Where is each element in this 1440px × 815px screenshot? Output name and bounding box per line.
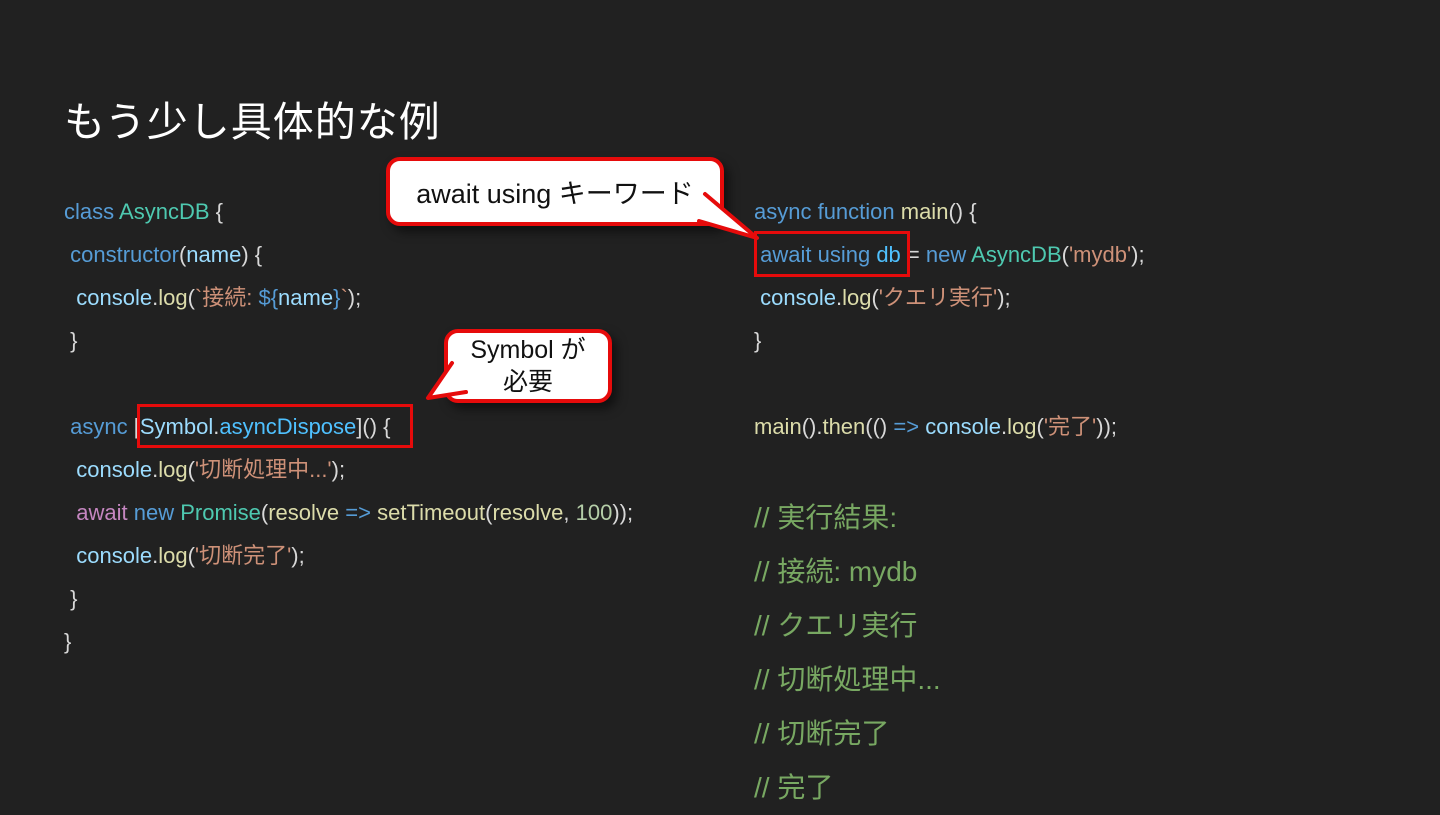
callout-symbol-line2: 必要 (502, 368, 553, 396)
code-token: } (754, 328, 762, 353)
code-token: AsyncDB (119, 199, 210, 224)
code-token: )); (612, 500, 634, 525)
callout-await-using-text: await using キーワード (416, 179, 694, 209)
code-token: resolve (492, 500, 564, 525)
code-token: , (563, 500, 576, 525)
code-token: } (64, 629, 72, 654)
output-comment-line: // 切断処理中... (754, 664, 941, 695)
code-line: console.log('切断処理中...'); (64, 448, 633, 491)
code-token: => (345, 500, 371, 525)
code-token: main (900, 199, 949, 224)
highlight-box-symbol-async-dispose (137, 404, 413, 448)
code-token: class (64, 199, 120, 224)
output-comment-line: // 実行結果: (754, 502, 898, 533)
code-token: ( (187, 543, 195, 568)
code-token: new (925, 242, 967, 267)
slide-title: もう少し具体的な例 (64, 99, 441, 145)
code-token: } (64, 328, 78, 353)
code-token: ); (1131, 242, 1145, 267)
code-token: `接続: (194, 285, 259, 310)
code-line: async function main() { (754, 190, 1145, 233)
code-token: '切断完了' (194, 543, 292, 568)
code-token: log (842, 285, 872, 310)
code-token: ); (291, 543, 305, 568)
highlight-box-await-using (754, 231, 910, 277)
code-token: )); (1096, 414, 1118, 439)
code-token: ` (340, 285, 348, 310)
code-line: } (64, 620, 633, 663)
code-token: name (186, 242, 242, 267)
callout-symbol-tail (426, 361, 468, 400)
code-line: console.log('クエリ実行'); (754, 276, 1145, 319)
code-token: () { (948, 199, 977, 224)
code-token: 100 (575, 500, 613, 525)
callout-await-using-tail (697, 192, 759, 240)
output-comment-line: // 完了 (754, 772, 834, 803)
code-token: async (70, 414, 128, 439)
code-token: constructor (70, 242, 179, 267)
code-line: console.log('切断完了'); (64, 534, 633, 577)
code-token: (). (801, 414, 823, 439)
execution-output-comments: // 実行結果: // 接続: mydb // クエリ実行 // 切断処理中... //… (754, 491, 941, 815)
code-token: ) { (241, 242, 263, 267)
code-token: log (1007, 414, 1037, 439)
code-token: AsyncDB (971, 242, 1062, 267)
code-line: await new Promise(resolve => setTimeout(… (64, 491, 633, 534)
code-line: console.log(`接続: ${name}`); (64, 276, 633, 319)
code-token: ${ (258, 285, 279, 310)
code-token: resolve (268, 500, 340, 525)
code-token: console (76, 457, 153, 482)
code-line: main().then(() => console.log('完了')); (754, 405, 1145, 448)
callout-symbol-line1: Symbol が (470, 336, 586, 364)
code-token: ( (1061, 242, 1069, 267)
code-token: (() (865, 414, 894, 439)
code-block-main-usage: async function main() { await using db =… (754, 190, 1145, 448)
code-token: name (278, 285, 334, 310)
code-token: then (822, 414, 866, 439)
code-token: '完了' (1043, 414, 1097, 439)
code-token: await (76, 500, 128, 525)
code-token: } (64, 586, 78, 611)
code-token: { (209, 199, 223, 224)
code-token: ( (187, 457, 195, 482)
code-token: ); (331, 457, 346, 482)
code-token: console (925, 414, 1002, 439)
code-token: Promise (180, 500, 261, 525)
output-comment-line: // 切断完了 (754, 718, 890, 749)
code-token: '切断処理中...' (194, 457, 332, 482)
code-token: ); (997, 285, 1011, 310)
code-token: log (158, 543, 188, 568)
code-token: console (760, 285, 836, 310)
code-token: main (754, 414, 802, 439)
code-token: setTimeout (377, 500, 486, 525)
slide: もう少し具体的な例 class AsyncDB { constructor(na… (0, 0, 1440, 810)
code-token: console (76, 285, 153, 310)
code-token: log (158, 457, 188, 482)
code-line: constructor(name) { (64, 233, 633, 276)
code-token: async function (754, 199, 901, 224)
output-comment-line: // 接続: mydb (754, 556, 918, 587)
callout-await-using-keyword: await using キーワード (386, 157, 724, 226)
output-comment-line: // クエリ実行 (754, 610, 918, 641)
code-token: new (133, 500, 175, 525)
code-token: ( (187, 285, 195, 310)
code-token: ( (1036, 414, 1044, 439)
code-token: console (76, 543, 153, 568)
code-token: => (893, 414, 920, 439)
code-token: log (158, 285, 188, 310)
code-line: } (754, 319, 1145, 362)
code-token: ); (347, 285, 362, 310)
code-line: } (64, 577, 633, 620)
code-token: 'mydb' (1068, 242, 1132, 267)
code-token: ( (871, 285, 879, 310)
code-token: 'クエリ実行' (878, 285, 998, 310)
